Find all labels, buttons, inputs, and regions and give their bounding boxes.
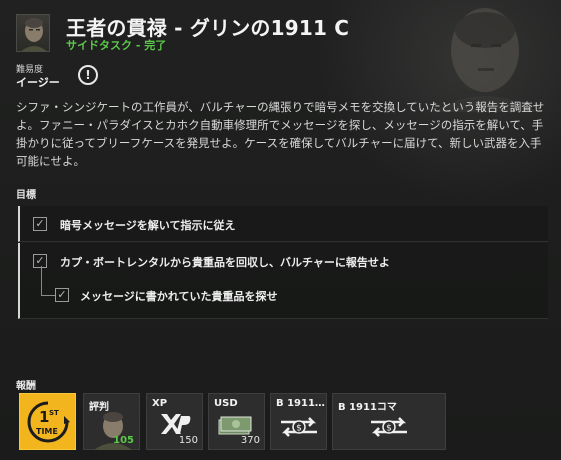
- task-description: シファ・シンジケートの工作員が、バルチャーの縄張りで暗号メモを交換していたという…: [16, 100, 545, 168]
- objective-checkbox-icon: ✓: [33, 217, 47, 231]
- objective-row: ✓ カプ・ボートレンタルから貴重品を回収し、バルチャーに報告せよ ✓ メッセージ…: [18, 243, 548, 319]
- task-details-panel: 王者の貫禄 - グリンの1911 C サイドタスク - 完了 難易度 イージー …: [0, 0, 561, 460]
- task-status: サイドタスク - 完了: [66, 39, 167, 52]
- xp-reward[interactable]: XP 150: [146, 393, 203, 450]
- quest-giver-avatar: [16, 14, 50, 52]
- first-time-number: 1: [39, 408, 50, 426]
- first-time-word: TIME: [36, 427, 58, 436]
- trade-exchange-icon: $: [281, 417, 317, 437]
- first-time-reward[interactable]: 1 ST TIME: [19, 393, 76, 450]
- xp-icon: [161, 414, 191, 434]
- svg-text:$: $: [386, 424, 392, 434]
- blueprint-reward[interactable]: B 1911コマ $: [332, 393, 446, 450]
- sub-objective-checkbox-icon: ✓: [55, 288, 69, 302]
- xp-amount: 150: [178, 435, 198, 446]
- first-time-suffix: ST: [49, 409, 59, 417]
- usd-reward[interactable]: USD 370: [208, 393, 265, 450]
- blueprint-label: B 1911コマ: [338, 402, 397, 413]
- reputation-label: 評判: [89, 402, 109, 413]
- background-portrait-image: [433, 8, 539, 112]
- svg-text:$: $: [296, 424, 302, 434]
- difficulty-value: イージー: [16, 76, 60, 89]
- objective-row: ✓ 暗号メッセージを解いて指示に従え: [18, 206, 548, 242]
- blueprint-reward[interactable]: B 1911… $: [270, 393, 327, 450]
- difficulty-info-icon[interactable]: !: [78, 65, 98, 85]
- blueprint-label: B 1911…: [276, 398, 325, 409]
- trade-exchange-icon: $: [371, 417, 407, 437]
- rewards-heading: 報酬: [16, 381, 36, 392]
- objective-text: カプ・ボートレンタルから貴重品を回収し、バルチャーに報告せよ: [60, 256, 390, 269]
- objectives-heading: 目標: [16, 190, 36, 201]
- reputation-reward[interactable]: 評判 105: [83, 393, 140, 450]
- reputation-amount: 105: [113, 435, 134, 446]
- usd-amount: 370: [240, 435, 260, 446]
- usd-label: USD: [214, 398, 238, 409]
- objective-text: 暗号メッセージを解いて指示に従え: [60, 219, 236, 232]
- xp-label: XP: [152, 398, 168, 409]
- sub-objective-connector: [41, 266, 55, 296]
- sub-objective-text: メッセージに書かれていた貴重品を探せ: [80, 290, 278, 303]
